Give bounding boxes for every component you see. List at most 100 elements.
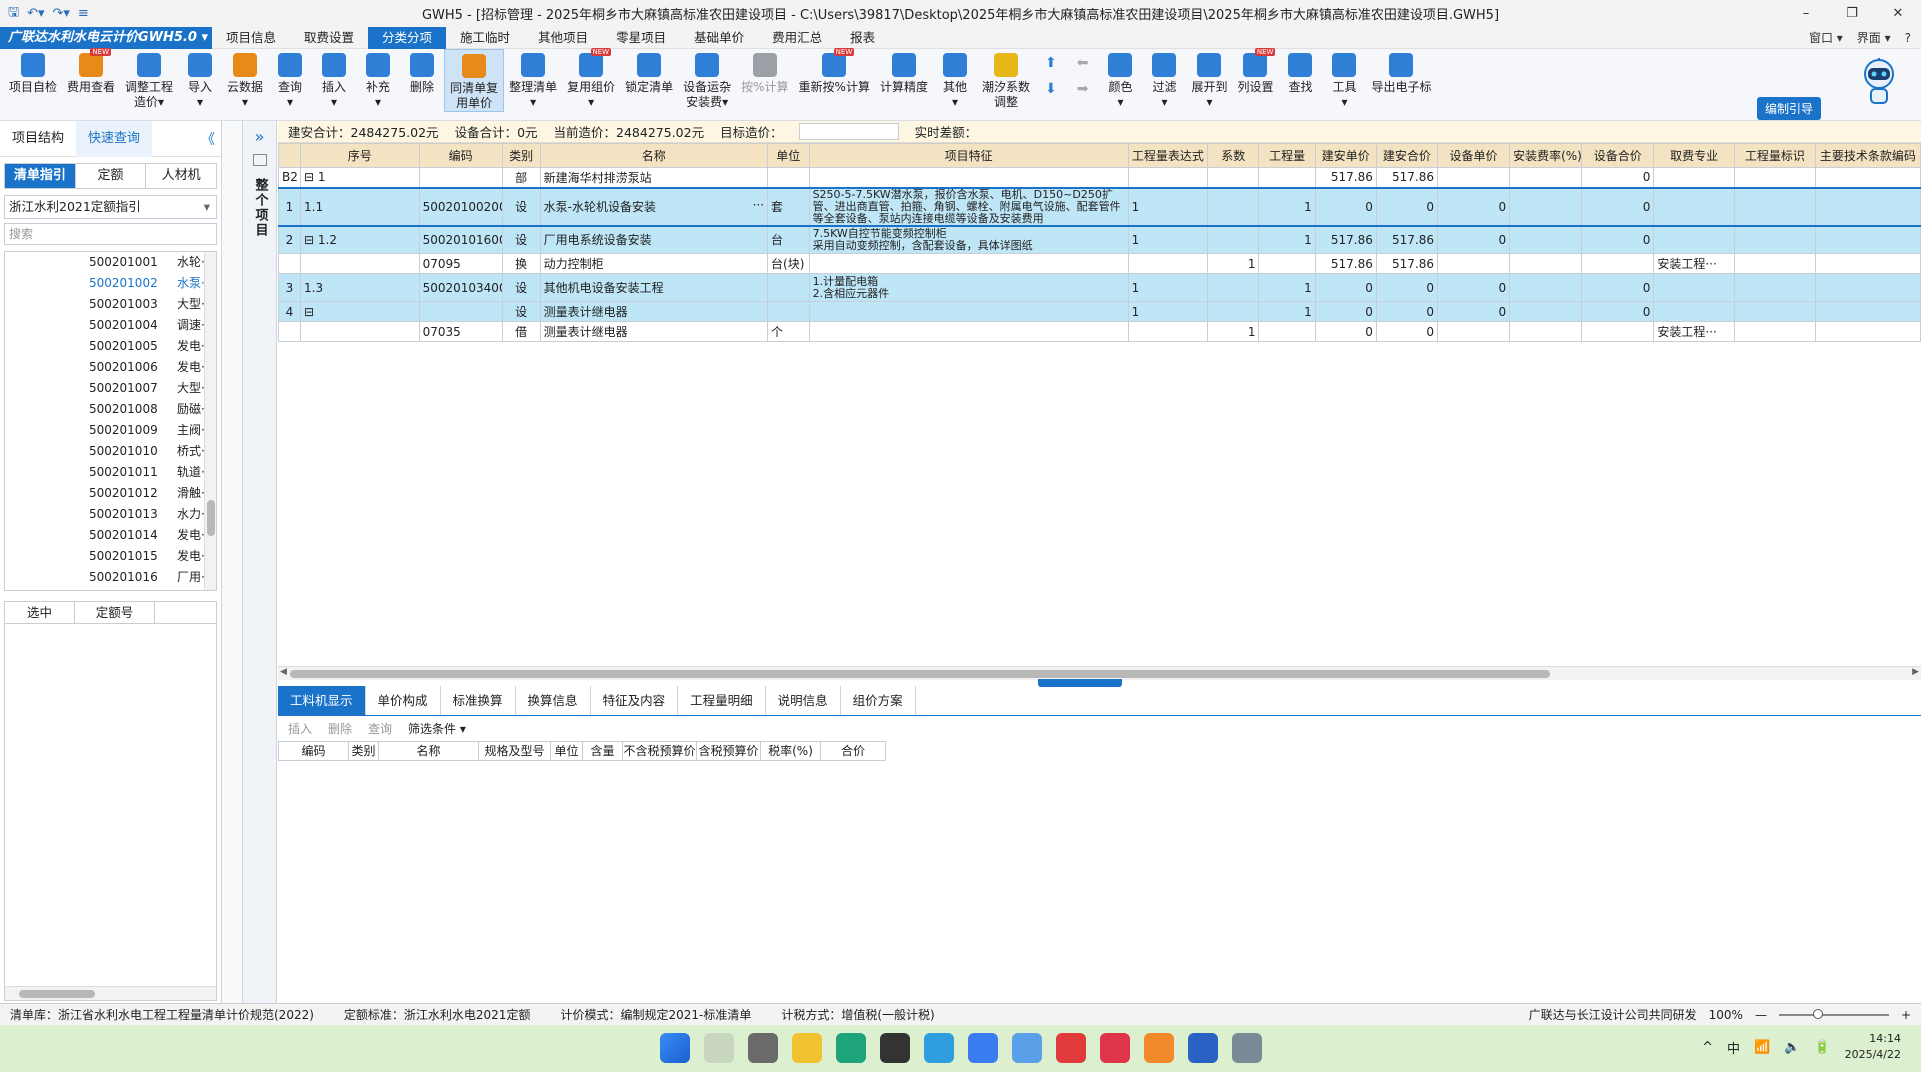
cell-bs[interactable] [1734,225,1816,254]
move-up-icon[interactable]: ⬆ [1045,55,1057,71]
cell-expr[interactable] [1127,167,1209,188]
grid-col-header[interactable] [278,143,301,168]
ribbon-button-13[interactable]: 设备运杂 安装费▾ [678,49,736,112]
ribbon-button-7[interactable]: 补充 ▾ [356,49,400,112]
assistant-robot-icon[interactable] [1859,56,1899,108]
cell-name[interactable]: 新建海华村排涝泵站 [539,167,769,188]
cell-qf[interactable]: 安装工程··· [1653,253,1736,274]
grid-col-header[interactable]: 单位 [767,143,810,168]
tray-expand-icon[interactable]: ^ [1702,1040,1713,1055]
undo-icon[interactable]: ↶▾ [27,6,44,21]
ribbon-button-6[interactable]: 插入 ▾ [312,49,356,112]
outdent-icon[interactable]: ⬅ [1077,55,1089,71]
menu-sporadic-items[interactable]: 零星项目 [602,27,680,49]
cell-code[interactable] [418,301,503,322]
grid-col-header[interactable]: 工程量 [1258,143,1316,168]
tree-item[interactable]: 500201004 调速··· [5,315,216,336]
resource-col-header[interactable]: 单位 [551,742,583,760]
bottom-tab[interactable]: 特征及内容 [591,686,679,715]
cell-idx[interactable] [278,253,301,274]
restore-button[interactable]: ❐ [1829,0,1875,27]
file-explorer-icon[interactable] [792,1033,822,1063]
grid-horizontal-scrollbar[interactable]: ◀ ▶ [278,666,1921,680]
cell-tk[interactable] [1814,321,1921,342]
query-button[interactable]: 查询 [368,719,392,739]
cell-qf[interactable] [1653,186,1736,227]
cell-sb_up[interactable]: 0 [1436,301,1511,322]
cell-tk[interactable] [1814,167,1921,188]
cell-idx[interactable]: 1 [278,186,301,227]
help-icon[interactable]: ? [1905,27,1911,49]
tab-project-structure[interactable]: 项目结构 [0,121,76,157]
cell-coef[interactable] [1207,301,1260,322]
grid-col-header[interactable]: 项目特征 [808,143,1129,168]
tree-item[interactable]: 500201011 轨道··· [5,462,216,483]
cell-feat[interactable] [808,167,1129,188]
search-icon[interactable] [704,1033,734,1063]
cell-type[interactable]: 部 [501,167,541,188]
app-icon[interactable] [880,1033,910,1063]
cell-expr[interactable]: 1 [1127,225,1209,254]
tree-item[interactable]: 500201007 大型··· [5,378,216,399]
ribbon-button-3[interactable]: 导入 ▾ [178,49,222,112]
collapse-panel-icon[interactable]: 《 [201,129,221,149]
clock[interactable]: 14:14 2025/4/22 [1845,1031,1901,1063]
grid-row[interactable]: 1 1.1 500201002001 设 水泵-水轮机设备安装 ··· 套 S250-5-7.… [278,186,1921,227]
task-view-icon[interactable] [748,1033,778,1063]
cell-unit[interactable]: 套 [767,186,810,227]
ribbon-button-9[interactable]: 同清单复 用单价 [444,49,505,112]
cell-qf[interactable]: 安装工程··· [1653,321,1736,342]
bottom-tab[interactable]: 说明信息 [766,686,841,715]
cell-sb_up[interactable] [1436,167,1511,188]
cell-feat[interactable]: 1.计量配电箱 2.含相应元器件 [808,273,1129,302]
cell-code[interactable]: 07035 [418,321,503,342]
ribbon-button-18[interactable]: 潮汐系数 调整 [977,49,1035,112]
glodon-icon[interactable] [968,1033,998,1063]
ribbon2-button-0[interactable]: 颜色 ▾ [1098,49,1142,110]
menu-temporary-works[interactable]: 施工临时 [446,27,524,49]
cell-tk[interactable] [1814,273,1921,302]
cell-sb_up[interactable] [1436,253,1511,274]
interface-menu[interactable]: 界面 ▾ [1857,27,1891,49]
insert-button[interactable]: 插入 [288,719,312,739]
cell-sb_tp[interactable]: 0 [1581,167,1655,188]
tree-item[interactable]: 500201009 主阀··· [5,420,216,441]
cell-type[interactable]: 换 [501,253,541,274]
cell-idx[interactable]: 4 [278,301,301,322]
subtab-bill-guide[interactable]: 清单指引 [5,164,76,188]
ribbon-button-0[interactable]: 项目自检 [4,49,62,112]
cell-sb_tp[interactable] [1581,321,1655,342]
ribbon-button-16[interactable]: 计算精度 [875,49,933,112]
menu-project-info[interactable]: 项目信息 [212,27,290,49]
cell-sb_tp[interactable]: 0 [1581,225,1655,254]
wps-icon[interactable] [1056,1033,1086,1063]
cell-bs[interactable] [1734,253,1816,274]
cell-unit[interactable] [767,273,810,302]
pdf-icon[interactable] [1144,1033,1174,1063]
edge-icon[interactable] [836,1033,866,1063]
cell-feat[interactable] [808,301,1129,322]
tree-item[interactable]: 500201016 厂用··· [5,567,216,588]
tree-item[interactable]: 500201015 发电··· [5,546,216,567]
cell-tk[interactable] [1814,301,1921,322]
close-button[interactable]: ✕ [1875,0,1921,27]
cell-tk[interactable] [1814,186,1921,227]
cell-code[interactable] [418,167,503,188]
cell-qty[interactable] [1258,253,1316,274]
menu-fee-settings[interactable]: 取费设置 [290,27,368,49]
menu-base-prices[interactable]: 基础单价 [680,27,758,49]
cell-qf[interactable] [1653,273,1736,302]
cell-seq[interactable]: ⊟ 1.2 [300,225,420,254]
panel-splitter[interactable] [222,121,243,1003]
cell-rate[interactable] [1509,321,1583,342]
tree-item[interactable]: 500201005 发电··· [5,336,216,357]
cell-bs[interactable] [1734,186,1816,227]
resource-col-header[interactable]: 税率(%) [761,742,821,760]
menu-other-items[interactable]: 其他项目 [524,27,602,49]
window-menu[interactable]: 窗口 ▾ [1809,27,1843,49]
ribbon-button-17[interactable]: 其他 ▾ [933,49,977,112]
cell-name[interactable]: 其他机电设备安装工程 [539,273,769,302]
cell-qf[interactable] [1653,167,1736,188]
cell-qty[interactable] [1258,167,1316,188]
bottom-tab[interactable]: 组价方案 [841,686,916,715]
